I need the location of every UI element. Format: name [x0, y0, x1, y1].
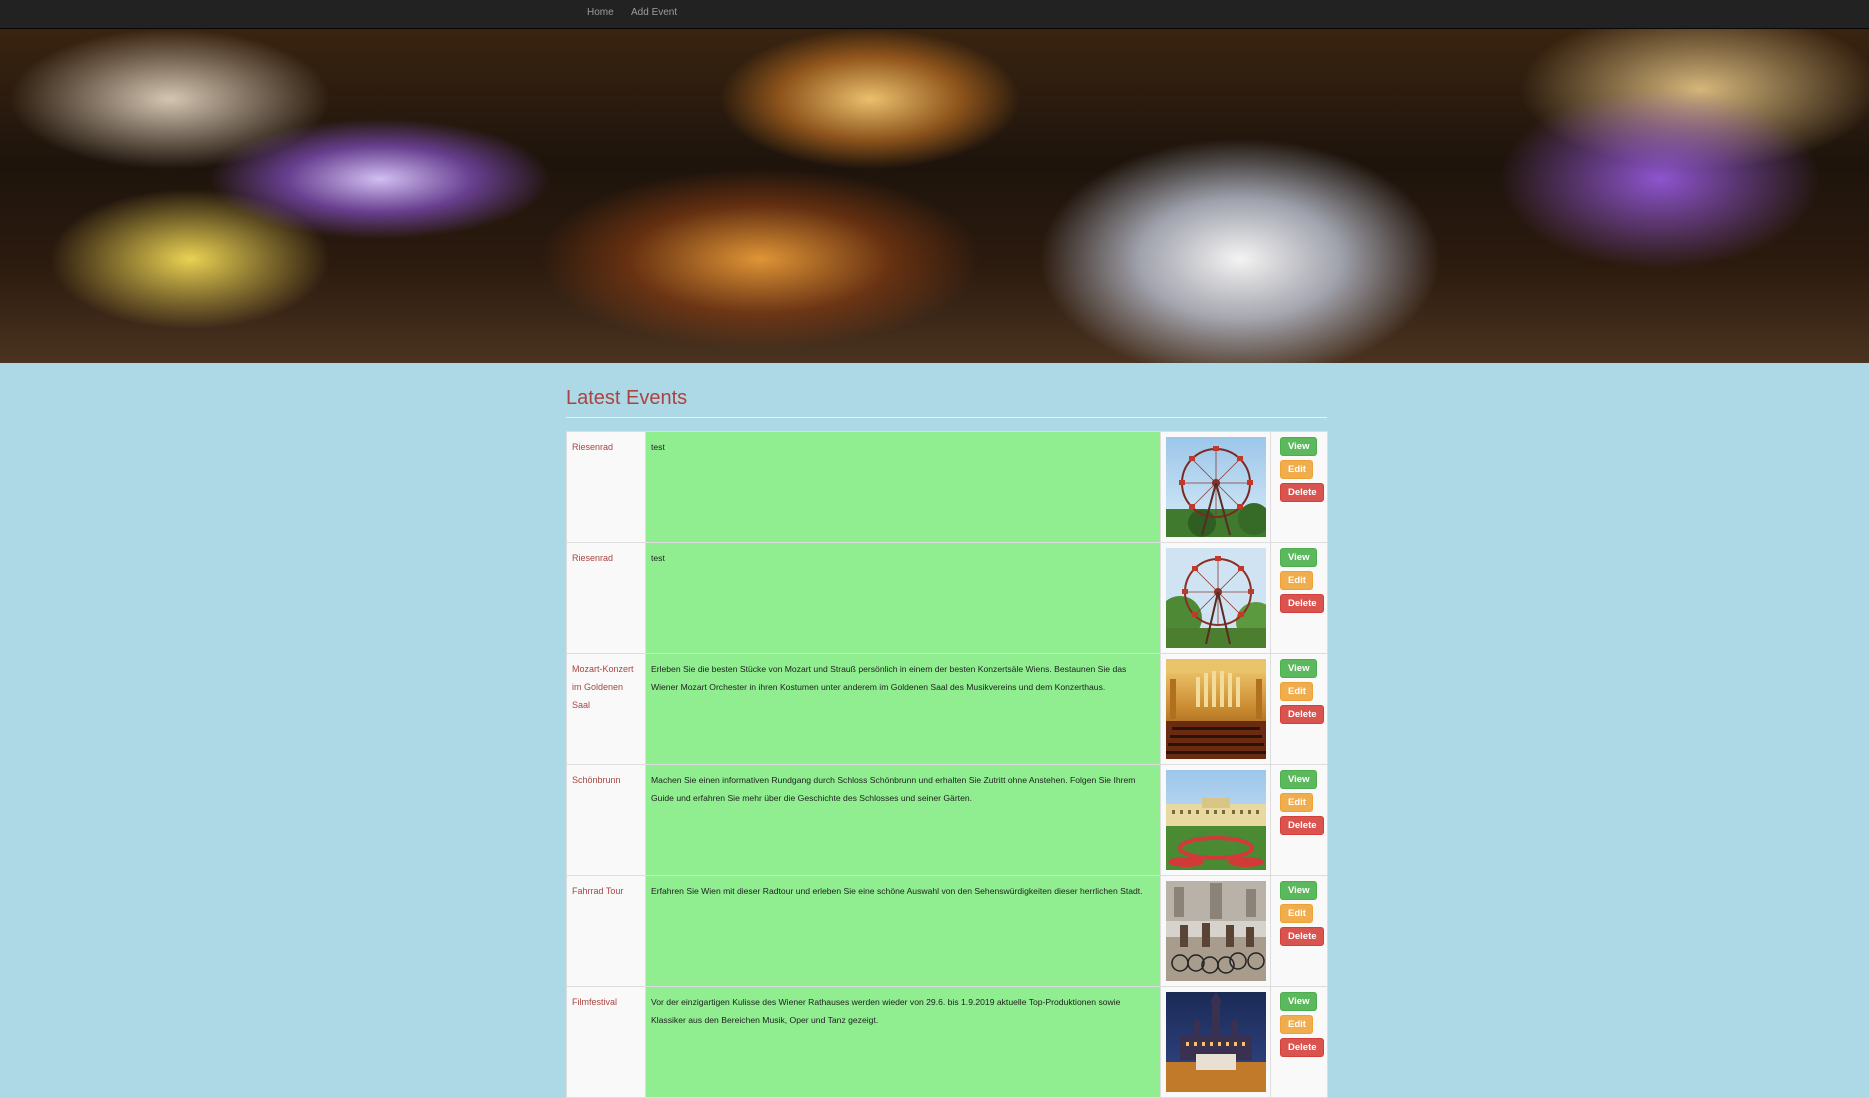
table-row: Mozart-Konzert im Goldenen Saal Erleben … [566, 653, 1328, 765]
event-name: Riesenrad [572, 553, 614, 563]
event-image-cell [1160, 986, 1271, 1098]
event-name-cell: Fahrrad Tour [566, 875, 646, 987]
event-actions-cell: View Edit Delete [1270, 764, 1328, 876]
event-actions-cell: View Edit Delete [1270, 542, 1328, 654]
view-button[interactable]: View [1280, 659, 1317, 678]
event-description: test [651, 553, 665, 563]
page-title: Latest Events [566, 387, 688, 409]
event-image-cell [1160, 542, 1271, 654]
edit-button[interactable]: Edit [1280, 460, 1313, 479]
hero-banner-image [0, 29, 1869, 363]
event-description-cell: Vor der einzigartigen Kulisse des Wiener… [645, 986, 1161, 1098]
event-name: Fahrrad Tour [572, 886, 624, 896]
event-name-cell: Riesenrad [566, 431, 646, 543]
title-divider [566, 417, 1327, 418]
bicycle-tour-thumbnail [1166, 881, 1266, 981]
edit-button[interactable]: Edit [1280, 1015, 1313, 1034]
top-navbar: Home Add Event [0, 0, 1869, 29]
event-description-cell: Erfahren Sie Wien mit dieser Radtour und… [645, 875, 1161, 987]
view-button[interactable]: View [1280, 992, 1317, 1011]
event-name: Mozart-Konzert im Goldenen Saal [572, 664, 634, 710]
event-description-cell: Erleben Sie die besten Stücke von Mozart… [645, 653, 1161, 765]
delete-button[interactable]: Delete [1280, 927, 1324, 946]
palace-garden-thumbnail [1166, 770, 1266, 870]
event-description: Vor der einzigartigen Kulisse des Wiener… [651, 997, 1121, 1025]
event-description-cell: test [645, 431, 1161, 543]
event-name: Riesenrad [572, 442, 614, 452]
event-description-cell: test [645, 542, 1161, 654]
event-actions-cell: View Edit Delete [1270, 431, 1328, 543]
view-button[interactable]: View [1280, 437, 1317, 456]
event-actions-cell: View Edit Delete [1270, 875, 1328, 987]
event-image-cell [1160, 431, 1271, 543]
event-image-cell [1160, 875, 1271, 987]
ferris-wheel-thumbnail [1166, 548, 1266, 648]
event-actions-cell: View Edit Delete [1270, 653, 1328, 765]
view-button[interactable]: View [1280, 548, 1317, 567]
event-image-cell [1160, 653, 1271, 765]
delete-button[interactable]: Delete [1280, 705, 1324, 724]
delete-button[interactable]: Delete [1280, 816, 1324, 835]
table-row: Riesenrad test View Edit Delete [566, 542, 1328, 654]
table-row: Filmfestival Vor der einzigartigen Kulis… [566, 986, 1328, 1098]
event-description: Erfahren Sie Wien mit dieser Radtour und… [651, 886, 1143, 896]
event-name-cell: Schönbrunn [566, 764, 646, 876]
edit-button[interactable]: Edit [1280, 571, 1313, 590]
delete-button[interactable]: Delete [1280, 1038, 1324, 1057]
delete-button[interactable]: Delete [1280, 594, 1324, 613]
view-button[interactable]: View [1280, 881, 1317, 900]
edit-button[interactable]: Edit [1280, 793, 1313, 812]
table-row: Riesenrad test View Edit Delete [566, 431, 1328, 543]
table-row: Fahrrad Tour Erfahren Sie Wien mit diese… [566, 875, 1328, 987]
edit-button[interactable]: Edit [1280, 682, 1313, 701]
events-table: Riesenrad test View Edit Delete Riesenra… [566, 431, 1328, 1098]
nav-home-link[interactable]: Home [587, 7, 614, 18]
event-name: Schönbrunn [572, 775, 621, 785]
event-image-cell [1160, 764, 1271, 876]
event-name-cell: Mozart-Konzert im Goldenen Saal [566, 653, 646, 765]
city-hall-night-thumbnail [1166, 992, 1266, 1092]
event-description: Erleben Sie die besten Stücke von Mozart… [651, 664, 1127, 692]
event-description: Machen Sie einen informativen Rundgang d… [651, 775, 1136, 803]
nav-add-event-link[interactable]: Add Event [631, 7, 677, 18]
event-name: Filmfestival [572, 997, 618, 1007]
event-actions-cell: View Edit Delete [1270, 986, 1328, 1098]
event-name-cell: Riesenrad [566, 542, 646, 654]
view-button[interactable]: View [1280, 770, 1317, 789]
event-description-cell: Machen Sie einen informativen Rundgang d… [645, 764, 1161, 876]
table-row: Schönbrunn Machen Sie einen informativen… [566, 764, 1328, 876]
event-description: test [651, 442, 665, 452]
event-name-cell: Filmfestival [566, 986, 646, 1098]
concert-hall-thumbnail [1166, 659, 1266, 759]
edit-button[interactable]: Edit [1280, 904, 1313, 923]
ferris-wheel-thumbnail [1166, 437, 1266, 537]
delete-button[interactable]: Delete [1280, 483, 1324, 502]
